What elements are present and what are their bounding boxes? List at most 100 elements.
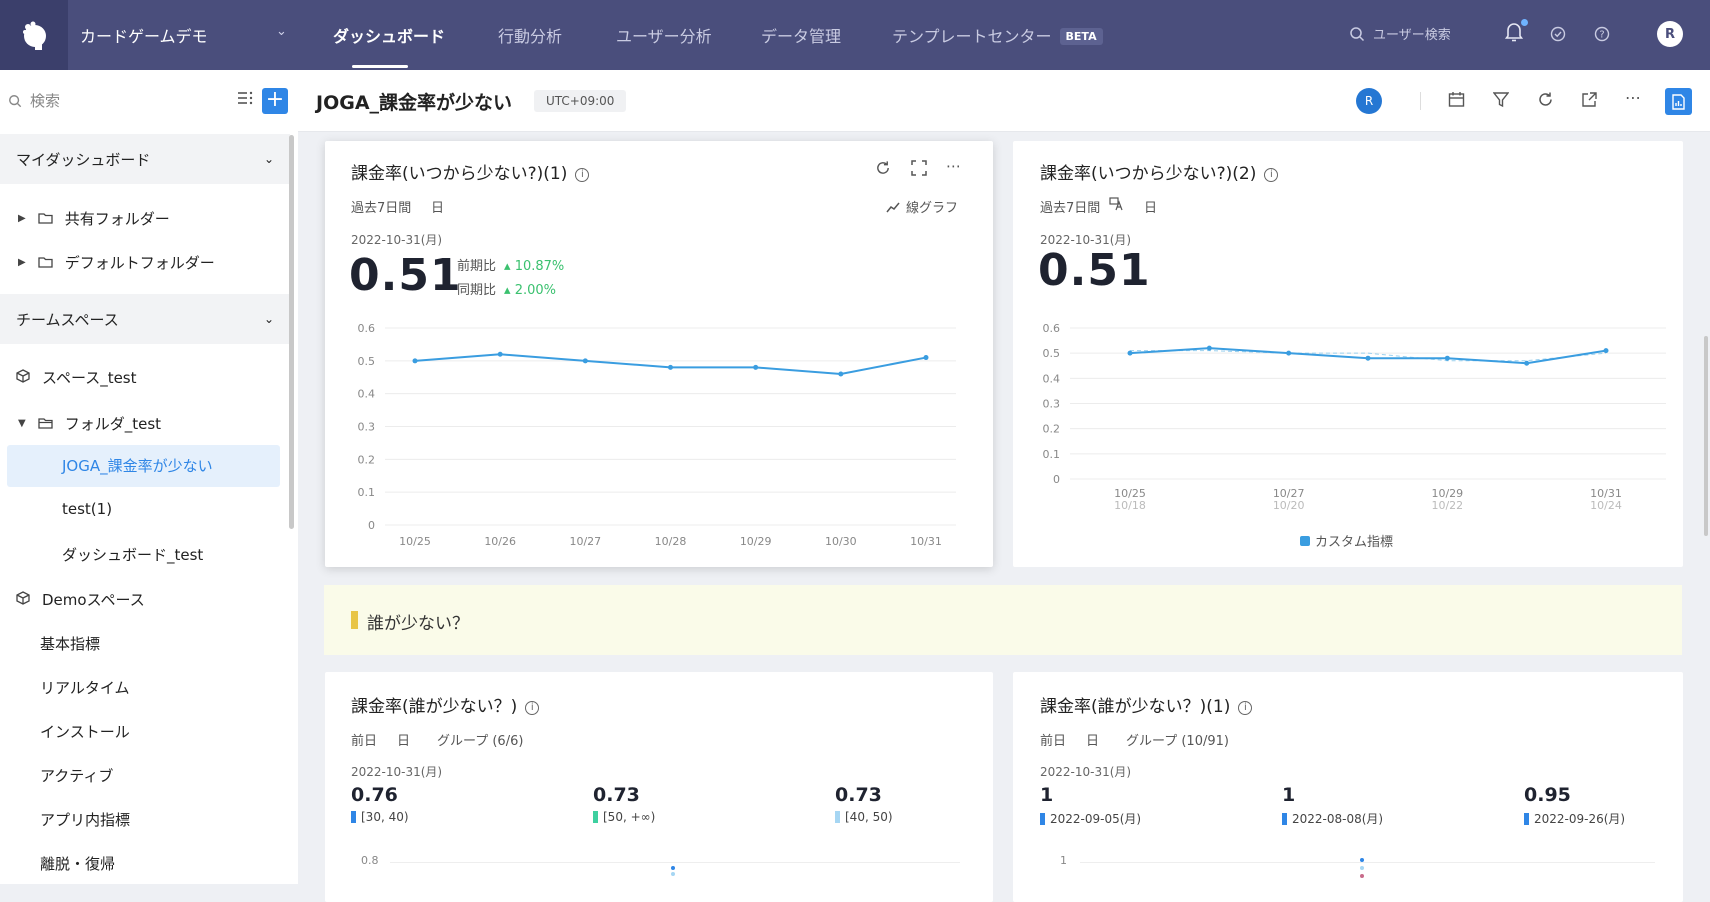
section-team-space[interactable]: チームスペース ⌄ xyxy=(0,294,290,344)
more-icon[interactable]: ⋯ xyxy=(1625,88,1641,107)
card-unit[interactable]: 日 xyxy=(397,730,410,749)
data-point[interactable] xyxy=(1360,858,1364,862)
card-period[interactable]: 過去7日間 xyxy=(351,197,411,216)
sidebar-item-demo-space[interactable]: Demoスペース xyxy=(16,589,145,610)
nav-data-management[interactable]: データ管理 xyxy=(761,23,841,47)
data-point[interactable] xyxy=(582,358,588,364)
card-date: 2022-10-31(月) xyxy=(351,233,443,247)
compare-toggle-icon[interactable] xyxy=(1109,197,1125,215)
y-tick-label: 0.1 xyxy=(1043,448,1061,461)
data-point[interactable] xyxy=(1360,866,1364,870)
sidebar-item-selected-dashboard[interactable]: JOGA_課金率が少ない xyxy=(62,455,213,476)
card-unit[interactable]: 日 xyxy=(1144,197,1157,216)
data-point[interactable] xyxy=(1603,348,1609,354)
calendar-icon[interactable] xyxy=(1448,91,1465,112)
app-name[interactable]: カードゲームデモ xyxy=(80,23,208,47)
help-icon[interactable]: ? xyxy=(1594,26,1610,46)
data-point[interactable] xyxy=(1286,350,1292,356)
line-chart-2[interactable]: 00.10.20.30.40.50.610/2510/1810/2710/201… xyxy=(1013,310,1683,520)
nav-user-analysis[interactable]: ユーザー分析 xyxy=(616,23,712,47)
group-label: [30, 40) xyxy=(351,810,409,824)
card-period[interactable]: 前日 xyxy=(351,730,377,749)
card-group[interactable]: グループ (10/91) xyxy=(1126,730,1229,749)
sidebar-scrollbar[interactable] xyxy=(289,135,294,529)
data-point[interactable] xyxy=(412,358,418,364)
user-avatar[interactable]: R xyxy=(1657,21,1683,47)
owner-avatar[interactable]: R xyxy=(1356,88,1382,114)
sidebar-item-space-test[interactable]: スペース_test xyxy=(16,367,137,388)
info-icon[interactable]: i xyxy=(525,701,540,715)
data-point[interactable] xyxy=(1365,355,1371,361)
section-my-dashboard[interactable]: マイダッシュボード ⌄ xyxy=(0,134,290,184)
card-unit[interactable]: 日 xyxy=(431,197,444,216)
sidebar-item-test1[interactable]: test(1) xyxy=(62,500,112,518)
compare-value: ▴ 2.00% xyxy=(504,283,556,298)
sidebar-item-active[interactable]: アクティブ xyxy=(40,765,113,786)
sidebar-item-install[interactable]: インストール xyxy=(40,721,130,742)
list-view-icon[interactable] xyxy=(238,91,254,109)
nav-behavior-analysis[interactable]: 行動分析 xyxy=(498,23,562,47)
sidebar-item-label: スペース_test xyxy=(42,369,137,387)
sidebar-item-in-app-metrics[interactable]: アプリ内指標 xyxy=(40,809,130,830)
data-point[interactable] xyxy=(671,866,675,870)
data-point[interactable] xyxy=(1444,355,1450,361)
filter-icon[interactable] xyxy=(1492,91,1510,112)
data-point[interactable] xyxy=(1206,345,1212,351)
card-title-text: 課金率(いつから少ない?)(1) xyxy=(351,164,568,184)
card-period[interactable]: 過去7日間 xyxy=(1040,197,1100,216)
sidebar-search[interactable]: 検索 xyxy=(8,90,60,111)
user-search[interactable]: ユーザー検索 xyxy=(1349,24,1451,43)
nav-dashboard[interactable]: ダッシュボード xyxy=(333,23,445,47)
data-point[interactable] xyxy=(838,371,844,377)
group-label: [40, 50) xyxy=(835,810,893,824)
line-chart-1[interactable]: 0 0.1 0.2 0.3 0.4 0.5 0.6 10/25 10/26 10/27 10/28 1… xyxy=(325,310,993,560)
check-circle-icon[interactable] xyxy=(1550,26,1566,46)
sidebar-item-shared-folder[interactable]: ▶ 共有フォルダー xyxy=(18,208,170,229)
sidebar-item-default-folder[interactable]: ▶ デフォルトフォルダー xyxy=(18,252,215,273)
report-button[interactable] xyxy=(1665,88,1692,115)
data-point[interactable] xyxy=(923,355,929,361)
card-title-text: 課金率(誰が少ない？)(1) xyxy=(1040,697,1231,717)
sidebar-item-realtime[interactable]: リアルタイム xyxy=(40,677,130,698)
compare-value: ▴ 10.87% xyxy=(504,259,565,274)
bell-icon[interactable] xyxy=(1504,22,1524,46)
x-tick-label: 10/26 xyxy=(484,535,516,548)
data-point[interactable] xyxy=(1524,360,1530,366)
data-point[interactable] xyxy=(671,872,675,876)
share-icon[interactable] xyxy=(1581,91,1598,112)
legend-item[interactable]: カスタム指標 xyxy=(1300,531,1393,550)
sidebar-item-dashboard-test[interactable]: ダッシュボード_test xyxy=(62,544,203,565)
chart-type-selector[interactable]: 線グラフ xyxy=(886,197,958,216)
sidebar-item-churn-return[interactable]: 離脱・復帰 xyxy=(40,853,115,874)
chevron-down-icon[interactable]: ⌄ xyxy=(276,24,287,39)
refresh-icon[interactable] xyxy=(875,160,891,180)
data-point[interactable] xyxy=(1360,874,1364,878)
group-value: 0.73 xyxy=(835,784,882,806)
data-point[interactable] xyxy=(753,364,759,370)
sidebar-item-folder-test[interactable]: ▼ フォルダ_test xyxy=(18,413,161,434)
card-group[interactable]: グループ (6/6) xyxy=(437,730,523,749)
gridline xyxy=(390,862,960,863)
data-point[interactable] xyxy=(668,364,673,370)
main-scrollbar[interactable] xyxy=(1704,336,1708,536)
info-icon[interactable]: i xyxy=(575,168,590,182)
metric-value: 0.51 xyxy=(349,250,462,301)
sidebar-item-basic-metrics[interactable]: 基本指標 xyxy=(40,633,100,654)
add-dashboard-button[interactable]: + xyxy=(262,88,288,114)
more-icon[interactable]: ⋯ xyxy=(946,157,961,175)
info-icon[interactable]: i xyxy=(1238,701,1253,715)
timezone-badge[interactable]: UTC+09:00 xyxy=(534,90,627,112)
folder-icon xyxy=(38,254,53,272)
card-unit[interactable]: 日 xyxy=(1086,730,1099,749)
info-icon[interactable]: i xyxy=(1264,168,1279,182)
fullscreen-icon[interactable] xyxy=(911,160,927,180)
app-logo[interactable] xyxy=(0,0,68,70)
nav-template-center[interactable]: テンプレートセンター BETA xyxy=(892,23,1103,47)
group-swatch xyxy=(593,811,598,823)
data-point[interactable] xyxy=(1127,350,1133,356)
search-icon xyxy=(1350,26,1365,41)
card-period[interactable]: 前日 xyxy=(1040,730,1066,749)
refresh-icon[interactable] xyxy=(1537,91,1554,112)
group-label: [50, +∞) xyxy=(593,810,655,824)
data-point[interactable] xyxy=(497,351,503,357)
